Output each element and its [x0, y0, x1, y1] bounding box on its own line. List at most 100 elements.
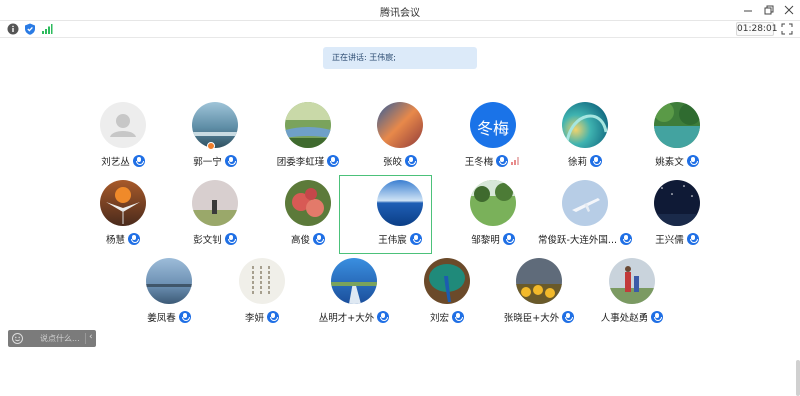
- participant-name: 王冬梅: [464, 157, 494, 168]
- participant-tile[interactable]: 王兴儒: [631, 180, 723, 256]
- participant-tile[interactable]: 彭文钊: [169, 180, 261, 256]
- avatar: [239, 258, 285, 304]
- participant-tile[interactable]: 徐莉: [539, 102, 631, 178]
- avatar: [470, 180, 516, 226]
- avatar: [377, 102, 423, 148]
- avatar: [562, 180, 608, 226]
- mic-icon: [502, 233, 515, 245]
- participant-name: 刘宏: [429, 313, 449, 324]
- audio-level-icon: [511, 157, 521, 165]
- participant-tile[interactable]: 姚素文: [631, 102, 723, 178]
- participant-name: 人事处赵勇: [600, 313, 649, 324]
- info-icon[interactable]: [7, 23, 19, 35]
- chat-input-box[interactable]: 说点什么... ‹: [8, 330, 96, 347]
- window-title: 腾讯会议: [380, 8, 420, 19]
- participant-tile[interactable]: 杨慧: [77, 180, 169, 256]
- avatar: [192, 102, 238, 148]
- close-icon: [784, 5, 794, 15]
- participant-tile-active[interactable]: 王伟宸: [339, 175, 446, 256]
- participant-name: 杨慧: [105, 235, 125, 246]
- minimize-icon: [744, 10, 752, 12]
- avatar: [516, 258, 562, 304]
- status-bar: 01:28:01: [0, 21, 800, 38]
- mic-icon: [377, 311, 390, 323]
- participant-name: 王兴儒: [655, 235, 684, 246]
- participant-tile[interactable]: 冬梅 王冬梅: [447, 102, 539, 178]
- default-avatar-icon: [100, 102, 146, 148]
- network-signal-icon[interactable]: [41, 23, 53, 35]
- mic-icon: [405, 155, 417, 167]
- participant-tile[interactable]: 邹黎明: [447, 180, 539, 256]
- participant-tile[interactable]: 姜凤春: [123, 258, 215, 334]
- mic-icon: [651, 311, 664, 323]
- speaking-banner: 正在讲话: 王伟宸;: [323, 47, 477, 69]
- avatar: [146, 258, 192, 304]
- divider: [85, 333, 86, 344]
- avatar: [192, 180, 238, 226]
- participant-name: 李妍: [244, 313, 264, 324]
- mic-icon: [327, 155, 340, 167]
- participant-tile[interactable]: 常俊跃-大连外国...: [538, 180, 632, 256]
- participant-name: 彭文钊: [193, 235, 222, 246]
- participant-tile[interactable]: 张皎: [354, 102, 446, 178]
- close-button[interactable]: [782, 3, 796, 17]
- participant-name: 高俊: [290, 235, 310, 246]
- mic-icon: [224, 233, 237, 245]
- mic-icon: [496, 155, 509, 167]
- avatar: [285, 180, 331, 226]
- avatar: [100, 180, 146, 226]
- restore-button[interactable]: [762, 3, 776, 17]
- avatar: [377, 180, 423, 226]
- participant-name: 团委李虹瑾: [276, 157, 325, 168]
- participant-tile[interactable]: 郭一宁: [169, 102, 261, 178]
- avatar: [654, 180, 700, 226]
- avatar: [654, 102, 700, 148]
- minimize-button[interactable]: [741, 3, 755, 17]
- avatar: [285, 102, 331, 148]
- avatar: [331, 258, 377, 304]
- meeting-window: { "window": { "title": "腾讯会议" }, "status…: [0, 0, 800, 396]
- chat-input-placeholder[interactable]: 说点什么...: [40, 333, 80, 344]
- mic-icon: [686, 233, 699, 245]
- mic-icon: [132, 155, 145, 167]
- participant-tile[interactable]: 人事处赵勇: [586, 258, 678, 334]
- participant-name: 郭一宁: [193, 157, 222, 168]
- emoji-icon[interactable]: [12, 333, 23, 344]
- participant-name: 邹黎明: [471, 235, 500, 246]
- avatar: [100, 102, 146, 148]
- mic-icon: [562, 311, 575, 323]
- avatar: [424, 258, 470, 304]
- security-shield-icon[interactable]: [24, 23, 36, 35]
- participant-name: 刘艺丛: [101, 157, 130, 168]
- avatar: [609, 258, 655, 304]
- participant-tile[interactable]: 刘宏: [401, 258, 493, 334]
- participant-name: 姜凤春: [147, 313, 176, 324]
- participant-tile[interactable]: 李妍: [216, 258, 308, 334]
- avatar: [562, 102, 608, 148]
- scrollbar[interactable]: [796, 360, 800, 396]
- participant-tile[interactable]: 张晓臣+大外: [493, 258, 585, 334]
- avatar-text: 冬梅: [476, 119, 509, 138]
- host-badge-icon: [207, 142, 215, 150]
- mic-icon: [409, 233, 422, 245]
- title-bar: 腾讯会议: [0, 0, 800, 21]
- mic-icon: [178, 311, 191, 323]
- participant-name: 徐莉: [567, 157, 587, 168]
- collapse-chevron-icon[interactable]: ‹: [89, 332, 93, 342]
- meeting-timer: 01:28:01: [736, 22, 778, 36]
- mic-icon: [267, 311, 279, 323]
- participant-tile[interactable]: 刘艺丛: [77, 102, 169, 178]
- avatar: 冬梅: [470, 102, 516, 148]
- mic-icon: [686, 155, 699, 167]
- participant-name: 张皎: [382, 157, 402, 168]
- participant-name: 常俊跃-大连外国...: [538, 235, 617, 246]
- restore-icon: [764, 5, 774, 15]
- participant-name: 姚素文: [655, 157, 684, 168]
- fullscreen-icon[interactable]: [781, 23, 793, 35]
- mic-icon: [452, 311, 464, 323]
- participant-name: 丛明才+大外: [318, 313, 375, 324]
- participant-tile[interactable]: 丛明才+大外: [308, 258, 400, 334]
- participant-tile[interactable]: 团委李虹瑾: [262, 102, 354, 178]
- mic-icon: [128, 233, 140, 245]
- participant-name: 张晓臣+大外: [503, 313, 560, 324]
